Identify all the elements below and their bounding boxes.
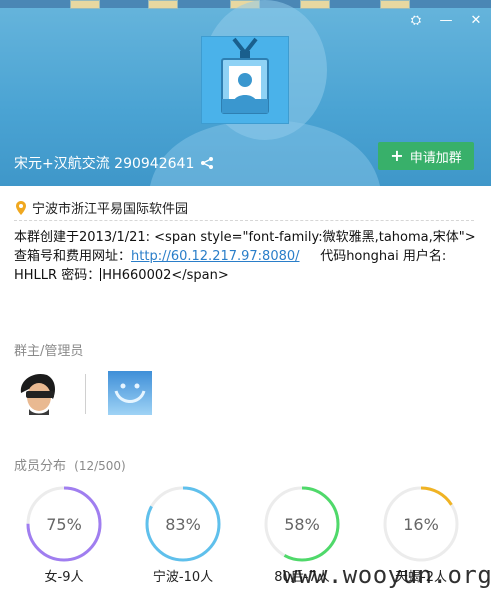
stat-label: 女-9人	[44, 570, 84, 585]
watermark: www.wooyun.org	[283, 561, 491, 589]
stat-value: 16%	[403, 515, 439, 534]
group-avatar[interactable]	[201, 36, 289, 124]
stat-ring: 58% 80后-7人	[264, 486, 340, 585]
stat-ring: 75% 女-9人	[26, 486, 102, 585]
stat-label: 宁波-10人	[152, 570, 214, 585]
admin-avatar[interactable]	[108, 371, 152, 415]
description-line: 本群创建于2013/1/21: <span style="font-family…	[14, 230, 476, 245]
window-controls: ⛭ — ✕	[407, 12, 485, 30]
fee-lookup-link[interactable]: http://60.12.217.97:8080/	[131, 249, 300, 264]
admin-avatar-image	[108, 371, 152, 415]
stat-ring: 83% 宁波-10人	[145, 486, 221, 585]
join-group-label: 申请加群	[409, 150, 462, 166]
stat-value: 75%	[46, 515, 82, 534]
close-icon[interactable]: ✕	[467, 12, 485, 30]
owner-avatar[interactable]	[15, 371, 59, 415]
description-text: HHLLR 密码：	[14, 268, 101, 283]
stat-value: 58%	[284, 515, 320, 534]
member-count: (12/500)	[74, 459, 126, 473]
members-title-text: 成员分布	[14, 459, 67, 474]
join-group-button[interactable]: + 申请加群	[378, 142, 474, 170]
description-text: 代码honghai 用户名:	[299, 249, 447, 264]
description-line: 查箱号和费用网址：http://60.12.217.97:8080/ 代码hon…	[14, 247, 479, 266]
minimize-icon[interactable]: —	[437, 12, 455, 30]
admins-title: 群主/管理员	[14, 344, 84, 359]
id-badge-icon	[221, 37, 269, 114]
description-text: HH660002</span>	[102, 268, 229, 283]
settings-icon[interactable]: ⛭	[407, 12, 425, 30]
members-title: 成员分布 (12/500)	[14, 455, 126, 474]
group-name: 宋元+汉航交流 290942641	[14, 153, 214, 173]
divider	[14, 220, 474, 221]
group-name-text: 宋元+汉航交流 290942641	[14, 156, 195, 172]
stat-ring: 16% 天蝎-2人	[383, 486, 459, 585]
location-text: 宁波市浙江平易国际软件园	[32, 202, 189, 217]
plus-icon: +	[390, 146, 404, 165]
group-location: 宁波市浙江平易国际软件园	[16, 198, 188, 217]
taskbar-thumb	[70, 0, 100, 9]
group-description: 本群创建于2013/1/21: <span style="font-family…	[14, 228, 479, 285]
stat-value: 83%	[165, 515, 201, 534]
group-header: ⛭ — ✕ 宋元+汉航交流 290942641 + 申请加群	[0, 0, 491, 186]
description-line: HHLLR 密码： HH660002</span>	[14, 266, 479, 285]
taskbar-thumb	[380, 0, 410, 9]
owner-avatar-image	[15, 371, 59, 415]
share-icon[interactable]	[200, 156, 214, 170]
admin-separator	[85, 374, 86, 414]
location-pin-icon	[16, 200, 26, 215]
description-text: 查箱号和费用网址：	[14, 249, 132, 264]
